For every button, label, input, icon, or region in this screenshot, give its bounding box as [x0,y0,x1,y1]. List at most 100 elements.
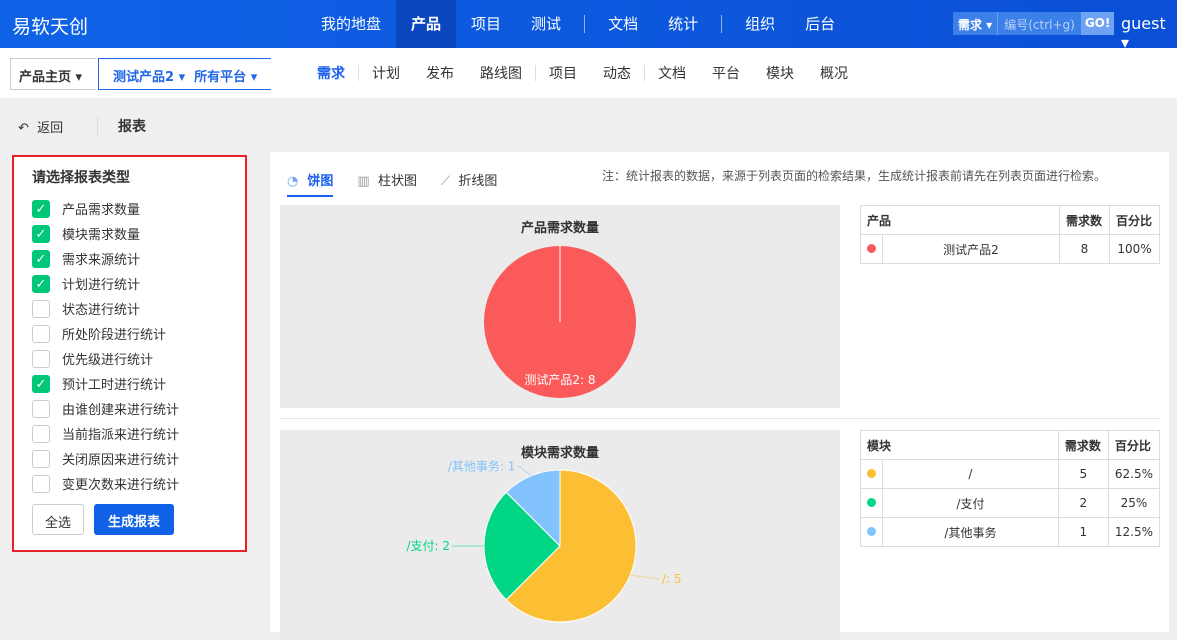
col-header: 产品 [860,205,1060,235]
report-panel: ◔ 饼图 ▥ 柱状图 ⟋ 折线图 注：统计报表的数据，来源于列表页面的检索结果，生成… [270,152,1169,640]
user-menu[interactable]: guest ▾ [1121,14,1177,52]
main-nav: 我的地盘 产品 项目 测试 文档 统计 组织 后台 [306,0,850,48]
cell-name: /支付 [882,488,1059,518]
back-button[interactable]: ↶ 返回 [18,117,63,136]
report-type-checkbox[interactable]: 状态进行统计 [32,299,140,318]
checkbox-icon[interactable] [32,349,50,368]
report-type-checkbox[interactable]: 所处阶段进行统计 [32,324,166,343]
top-navbar: 易软天创 我的地盘 产品 项目 测试 文档 统计 组织 后台 需求 ▾ 编号(ctrl+g) … [0,0,1177,52]
chart-title: 产品需求数量 [521,220,599,236]
chart-title: 模块需求数量 [521,445,599,461]
chart-module-demand: 模块需求数量 /: 5/支付: 2/其他事务: 1 [280,430,840,640]
subnav-item[interactable]: 模块 [753,63,807,83]
pie-label-line [630,574,660,580]
nav-item[interactable]: 产品 [396,0,457,48]
subnav-item[interactable]: 文档 [645,63,699,83]
nav-divider [721,15,723,33]
report-type-checkbox[interactable]: ✓ 计划进行统计 [32,274,140,293]
table-row: 测试产品2 8 100% [860,234,1160,264]
report-type-checkbox[interactable]: 由谁创建来进行统计 [32,399,179,418]
back-label: 返回 [37,121,64,136]
report-type-checkbox[interactable]: 变更次数来进行统计 [32,474,179,493]
report-type-checkbox[interactable]: ✓ 需求来源统计 [32,249,140,268]
subnav-item[interactable]: 需求 [304,63,358,83]
subnav-item[interactable]: 发布 [413,63,467,83]
panel-heading: 请选择报表类型 [32,170,130,186]
subnav-item[interactable]: 平台 [699,63,753,83]
table-row: /其他事务 1 12.5% [860,517,1161,547]
checkbox-icon[interactable] [32,474,50,493]
nav-item[interactable]: 项目 [456,0,516,48]
tab-label: 饼图 [307,174,334,189]
pie-label: 测试产品2: 8 [524,372,595,387]
product-subnav: 需求 计划 发布 路线图 项目 动态 文档 平台 模块 概况 [304,48,861,98]
checkbox-label: 模块需求数量 [62,228,141,243]
checkbox-label: 优先级进行统计 [62,353,154,368]
breadcrumb-product-home[interactable]: 产品主页 ▾ [10,58,96,90]
report-type-checkbox[interactable]: 关闭原因来进行统计 [32,449,179,468]
table-module-demand: 模块 需求数 百分比/5 62.5%/支付 2 25%/其他事务 1 12.5% [860,430,1161,547]
report-type-checkbox[interactable]: 当前指派来进行统计 [32,424,179,443]
breadcrumb-product[interactable]: 测试产品2 ▾ 所有平台 ▾ [98,58,272,90]
select-all-button[interactable]: 全选 [32,504,85,535]
cell-count: 2 [1057,488,1109,518]
tab-chart-type[interactable]: ◔ 饼图 [287,170,334,197]
checkbox-icon[interactable] [32,324,50,343]
page-title: 报表 [118,119,146,135]
back-icon: ↶ [18,121,29,136]
nav-item[interactable]: 后台 [790,0,850,48]
cell-percent: 12.5% [1107,517,1161,547]
table-product-demand: 产品 需求数 百分比 测试产品2 8 100% [860,205,1160,264]
chart-type-tabs: ◔ 饼图 ▥ 柱状图 ⟋ 折线图 [287,170,521,197]
checkbox-label: 所处阶段进行统计 [62,328,167,343]
logo[interactable]: 易软天创 [12,12,88,39]
checkbox-icon[interactable]: ✓ [32,249,50,268]
legend-dot-icon [867,244,876,253]
pie-chart: 模块需求数量 /: 5/支付: 2/其他事务: 1 [406,445,681,623]
checkbox-icon[interactable]: ✓ [32,199,50,218]
nav-item[interactable]: 测试 [516,0,576,48]
subnav-item[interactable]: 计划 [359,63,413,83]
nav-item[interactable]: 组织 [730,0,790,48]
checkbox-icon[interactable]: ✓ [32,274,50,293]
cell-percent: 25% [1107,488,1161,518]
report-type-checkbox[interactable]: ✓ 模块需求数量 [32,224,140,243]
checkbox-icon[interactable]: ✓ [32,224,50,243]
nav-item[interactable]: 文档 [593,0,653,48]
go-button[interactable]: GO! [1080,12,1115,35]
legend-dot-icon [867,498,876,507]
checkbox-label: 变更次数来进行统计 [62,478,180,493]
subnav-item[interactable]: 动态 [590,63,644,83]
product-select[interactable]: 测试产品2 ▾ [113,70,185,85]
checkbox-icon[interactable]: ✓ [32,374,50,393]
subnav-item[interactable]: 概况 [807,63,861,83]
checkbox-icon[interactable] [32,424,50,443]
platform-select[interactable]: 所有平台 ▾ [194,70,257,85]
checkbox-icon[interactable] [32,399,50,418]
report-type-checkbox[interactable]: 优先级进行统计 [32,349,153,368]
checkbox-icon[interactable] [32,449,50,468]
generate-report-button[interactable]: 生成报表 [94,504,175,535]
search-box: 需求 ▾ 编号(ctrl+g) GO! [953,12,1115,35]
search-input[interactable]: 编号(ctrl+g) [997,12,1081,35]
report-type-checkbox[interactable]: ✓ 预计工时进行统计 [32,374,166,393]
cell-percent: 100% [1109,234,1160,264]
table-header: 产品 需求数 百分比 [860,205,1160,235]
checkbox-label: 当前指派来进行统计 [62,428,180,443]
checkbox-icon[interactable] [32,299,50,318]
table-header: 模块 需求数 百分比 [860,430,1161,460]
col-header: 需求数 [1057,430,1109,460]
checkbox-label: 预计工时进行统计 [62,378,167,393]
tab-chart-type[interactable]: ▥ 柱状图 [357,170,417,197]
divider [97,116,98,136]
subnav-item[interactable]: 路线图 [467,63,535,83]
search-type-select[interactable]: 需求 ▾ [953,12,997,35]
divider [280,418,1160,419]
nav-item[interactable]: 我的地盘 [306,0,396,48]
subnav-item[interactable]: 项目 [536,63,590,83]
note: 注：统计报表的数据，来源于列表页面的检索结果，生成统计报表前请先在列表页面进行检… [602,169,1107,183]
legend-dot-icon [867,469,876,478]
tab-chart-type[interactable]: ⟋ 折线图 [441,170,497,197]
nav-item[interactable]: 统计 [653,0,713,48]
report-type-checkbox[interactable]: ✓ 产品需求数量 [32,199,140,218]
